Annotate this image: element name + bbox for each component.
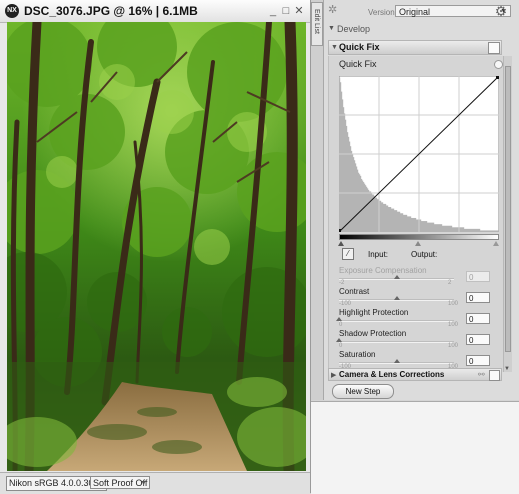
highlight-protection-slider-thumb[interactable] bbox=[336, 317, 342, 321]
scroll-down-icon[interactable]: ▼ bbox=[504, 366, 510, 372]
eyedropper-icon[interactable]: ⁄ bbox=[342, 248, 354, 260]
saturation-value-field[interactable]: 0 bbox=[466, 355, 490, 366]
link-icon: ⚯ bbox=[478, 370, 485, 379]
version-label: Version bbox=[368, 8, 395, 17]
saturation-slider-thumb[interactable] bbox=[393, 359, 400, 363]
sparkle-icon[interactable]: ✲ bbox=[328, 5, 339, 16]
contrast-max-label: 100 bbox=[448, 301, 459, 307]
forest-path-photo bbox=[7, 22, 306, 471]
histogram-bar bbox=[498, 230, 499, 232]
curve-white-point[interactable] bbox=[496, 76, 499, 79]
exposure-compensation-label: Exposure Compensation bbox=[339, 266, 427, 275]
input-gradient-bar bbox=[339, 234, 499, 240]
scrollbar-thumb[interactable] bbox=[505, 66, 511, 352]
quick-fix-title: Quick Fix bbox=[339, 42, 380, 52]
new-step-button[interactable]: New Step bbox=[332, 384, 394, 399]
gear-icon[interactable]: ⚙ bbox=[493, 3, 509, 19]
photo-canvas[interactable] bbox=[7, 22, 306, 471]
contrast-label: Contrast bbox=[339, 287, 370, 296]
version-value: Original bbox=[399, 7, 431, 17]
panel-tab-strip: Edit List bbox=[311, 0, 324, 400]
minimize-icon[interactable]: _ bbox=[267, 5, 279, 17]
highlight-protection-max-label: 100 bbox=[448, 322, 459, 328]
panel-toolbar: ✲ Version Original ▼ ⚙ bbox=[324, 0, 519, 22]
soft-proof-dropdown[interactable]: Soft Proof Off ▼ bbox=[90, 476, 150, 489]
black-point-slider[interactable] bbox=[338, 241, 344, 246]
exposure-compensation-max-label: 2 bbox=[448, 280, 452, 286]
camera-lens-enable-checkbox[interactable] bbox=[489, 370, 500, 381]
tone-curve-graph[interactable] bbox=[339, 76, 499, 232]
maximize-icon[interactable]: □ bbox=[280, 5, 292, 17]
image-window: NX DSC_3076.JPG @ 16% | 6.1MB _ □ ✕ Niko… bbox=[0, 0, 311, 494]
panel-empty-area bbox=[311, 401, 519, 494]
quick-fix-body: Quick Fix ⁄ Input: Output: Exposure Comp… bbox=[328, 56, 503, 372]
triangle-right-icon: ▶ bbox=[331, 372, 337, 379]
curve-output-label: Output: bbox=[411, 250, 438, 259]
chevron-down-icon: ▼ bbox=[140, 480, 147, 487]
saturation-label: Saturation bbox=[339, 350, 376, 359]
camera-lens-corrections-title: Camera & Lens Corrections bbox=[339, 370, 445, 379]
shadow-protection-slider-thumb[interactable] bbox=[336, 338, 342, 342]
close-icon[interactable]: ✕ bbox=[293, 5, 305, 17]
status-bar: Nikon sRGB 4.0.0.3002 Soft Proof Off ▼ bbox=[0, 472, 310, 494]
window-titlebar[interactable]: NX DSC_3076.JPG @ 16% | 6.1MB _ □ ✕ bbox=[0, 0, 310, 23]
highlight-protection-min-label: 0 bbox=[339, 322, 343, 328]
midpoint-slider[interactable] bbox=[415, 241, 421, 246]
contrast-value-field[interactable]: 0 bbox=[466, 292, 490, 303]
curve-black-point[interactable] bbox=[339, 229, 341, 232]
panel-scrollbar[interactable]: ▼ bbox=[503, 56, 512, 372]
shadow-protection-slider-track[interactable] bbox=[339, 341, 454, 343]
triangle-down-icon: ▼ bbox=[331, 44, 338, 51]
quick-fix-enable-checkbox[interactable] bbox=[488, 42, 500, 54]
edit-list-panel: ✲ Version Original ▼ ⚙ ▼ Develop ▼ Quick… bbox=[324, 0, 519, 400]
highlight-protection-value-field[interactable]: 0 bbox=[466, 313, 490, 324]
white-point-slider[interactable] bbox=[493, 241, 499, 246]
document-title: DSC_3076.JPG @ 16% | 6.1MB bbox=[24, 4, 198, 18]
shadow-protection-max-label: 100 bbox=[448, 343, 459, 349]
app-logo-icon: NX bbox=[5, 4, 19, 18]
tab-edit-list[interactable]: Edit List bbox=[311, 2, 323, 46]
exposure-compensation-min-label: -2 bbox=[339, 280, 345, 286]
develop-label: Develop bbox=[337, 24, 371, 34]
exposure-compensation-slider-thumb[interactable] bbox=[393, 275, 400, 279]
exposure-compensation-value-field: 0 bbox=[466, 271, 490, 282]
shadow-protection-value-field[interactable]: 0 bbox=[466, 334, 490, 345]
develop-section-header[interactable]: ▼ Develop bbox=[324, 22, 519, 37]
highlight-protection-label: Highlight Protection bbox=[339, 308, 409, 317]
contrast-slider-thumb[interactable] bbox=[393, 296, 400, 300]
quick-fix-header[interactable]: ▼ Quick Fix bbox=[328, 40, 502, 55]
highlight-protection-slider-track[interactable] bbox=[339, 320, 454, 322]
contrast-min-label: -100 bbox=[339, 301, 352, 307]
triangle-down-icon: ▼ bbox=[328, 25, 335, 32]
curve-input-label: Input: bbox=[368, 250, 389, 259]
camera-lens-corrections-header[interactable]: ▶ Camera & Lens Corrections ⚯ bbox=[328, 368, 502, 381]
shadow-protection-min-label: 0 bbox=[339, 343, 343, 349]
quick-fix-subtitle: Quick Fix bbox=[339, 59, 377, 69]
shadow-protection-label: Shadow Protection bbox=[339, 329, 407, 338]
tab-edit-list-label: Edit List bbox=[313, 9, 320, 34]
quick-fix-reset-radio[interactable] bbox=[494, 60, 503, 69]
